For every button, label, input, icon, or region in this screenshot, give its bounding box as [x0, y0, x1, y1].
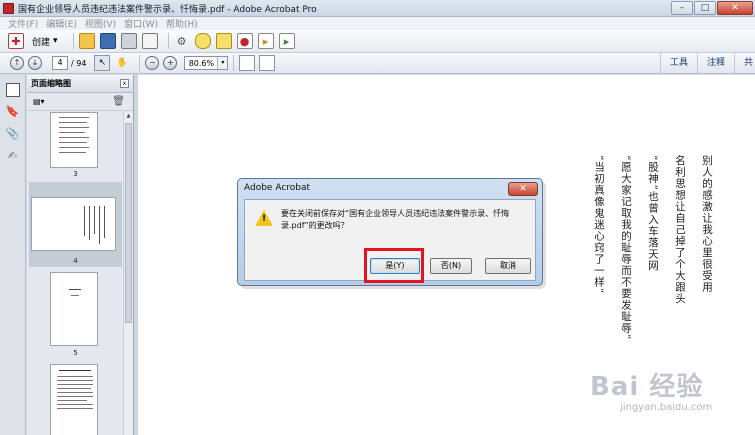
- page-thumbnail[interactable]: [31, 197, 116, 251]
- navigation-rail: 🔖 📎 ✍: [0, 75, 26, 435]
- toolbar-divider: [233, 55, 235, 71]
- zoom-in-button[interactable]: +: [163, 56, 178, 70]
- menu-edit[interactable]: 编辑(E): [46, 17, 77, 30]
- share-icon[interactable]: ▸: [278, 33, 295, 49]
- tab-share[interactable]: 共: [733, 53, 755, 73]
- signature-icon[interactable]: ✍: [6, 149, 20, 163]
- save-icon[interactable]: [99, 33, 116, 49]
- toolbar-divider: [72, 33, 74, 49]
- panel-title: 页面缩略图: [31, 79, 71, 88]
- document-text-line: 名利思想让自己掉了个大跟头: [674, 155, 686, 305]
- page-thumbnail[interactable]: [50, 112, 98, 168]
- right-pane-tabs: 工具 注释 共: [659, 53, 755, 73]
- watermark-url: jingyan.baidu.com: [620, 402, 713, 413]
- watermark-logo: Bai 经验: [590, 372, 704, 402]
- fit-width-icon[interactable]: [259, 55, 276, 71]
- open-folder-icon[interactable]: [78, 33, 95, 49]
- cancel-button[interactable]: 取消: [485, 258, 531, 274]
- document-text-line: “当初真像鬼迷心窍了一样”: [593, 155, 605, 295]
- tab-comment[interactable]: 注释: [696, 53, 734, 73]
- navigation-toolbar: ↑ ↓ 4 / 94 ↖ ✋ − + 80.6% ▾ 工具 注释 共: [0, 53, 755, 74]
- document-text-line: 别人的感激让我心里很受用: [701, 155, 713, 293]
- page-number-input[interactable]: 4: [52, 56, 68, 70]
- minimize-button[interactable]: –: [671, 1, 693, 15]
- next-page-button[interactable]: ↓: [28, 56, 42, 70]
- page-thumbnails-icon[interactable]: [5, 83, 20, 97]
- title-bar: 国有企业领导人员违纪违法案件警示录、忏悔录.pdf - Adobe Acroba…: [0, 0, 755, 17]
- zoom-value: 80.6%: [188, 58, 215, 68]
- page-thumbnail[interactable]: [50, 364, 98, 435]
- export-icon[interactable]: ▸: [257, 33, 274, 49]
- previous-page-button[interactable]: ↑: [10, 56, 24, 70]
- sign-icon[interactable]: ●: [236, 33, 253, 49]
- page-total: / 94: [71, 58, 87, 68]
- toolbar-divider: [167, 33, 169, 49]
- settings-icon[interactable]: ⚙: [174, 33, 190, 49]
- thumbnail-options-icon[interactable]: ▤▾: [33, 97, 45, 106]
- select-tool-button[interactable]: ↖: [94, 55, 111, 71]
- create-pdf-icon: ✚: [8, 33, 24, 49]
- tab-tools[interactable]: 工具: [659, 53, 697, 73]
- dialog-message: 要在关闭前保存对“国有企业领导人员违纪违法案件警示录、忏悔录.pdf”的更改吗？: [281, 209, 510, 230]
- thumbnails-panel: 页面缩略图 x ▤▾ 🗑 3 4 5 ▲: [27, 75, 134, 435]
- document-text-line: “愿大家记取我的耻辱而不要发耻辱”: [620, 155, 632, 341]
- page-thumbnail[interactable]: [50, 272, 98, 346]
- maximize-button[interactable]: □: [694, 1, 716, 15]
- thumbnail-scrollbar[interactable]: ▲: [123, 112, 133, 435]
- acrobat-app-icon: [3, 2, 14, 14]
- window-title: 国有企业领导人员违纪违法案件警示录、忏悔录.pdf - Adobe Acroba…: [18, 4, 317, 15]
- hand-tool-button[interactable]: ✋: [114, 55, 130, 71]
- menu-bar: 文件(F) 编辑(E) 视图(V) 窗口(W) 帮助(H): [0, 17, 755, 30]
- scroll-up-icon[interactable]: ▲: [124, 112, 133, 121]
- panel-toolbar: ▤▾ 🗑: [27, 93, 133, 111]
- baidu-watermark: Bai 经验 jingyan.baidu.com: [590, 366, 750, 426]
- close-button[interactable]: ✕: [717, 1, 753, 15]
- window-controls: – □ ✕: [671, 1, 753, 15]
- document-text-line: “股神”也曾入车落天网: [647, 155, 659, 272]
- attachment-icon[interactable]: 📎: [6, 127, 20, 141]
- no-button[interactable]: 否(N): [430, 258, 472, 274]
- panel-header: 页面缩略图: [27, 75, 133, 93]
- zoom-select[interactable]: 80.6% ▾: [184, 56, 229, 70]
- create-button[interactable]: ✚ 创建 ▾: [8, 33, 58, 49]
- main-toolbar: ✚ 创建 ▾ ⚙ ● ▸ ▸: [0, 30, 755, 53]
- thumbnail-page-number: 4: [73, 257, 78, 265]
- toolbar-divider: [139, 55, 141, 71]
- create-label: 创建: [32, 37, 51, 48]
- thumbnail-page-number: 5: [73, 349, 78, 357]
- stamp-icon[interactable]: [215, 33, 232, 49]
- print-icon[interactable]: [120, 33, 137, 49]
- menu-file[interactable]: 文件(F): [8, 17, 38, 30]
- comment-icon[interactable]: [194, 33, 211, 49]
- dialog-title: Adobe Acrobat: [244, 183, 311, 193]
- menu-help[interactable]: 帮助(H): [166, 17, 198, 30]
- menu-view[interactable]: 视图(V): [85, 17, 116, 30]
- zoom-out-button[interactable]: −: [145, 56, 160, 70]
- thumbnail-page-number: 3: [73, 170, 78, 178]
- trash-icon[interactable]: 🗑: [112, 96, 125, 107]
- close-icon[interactable]: x: [120, 79, 129, 88]
- highlight-box: [364, 248, 424, 283]
- chevron-down-icon: ▾: [217, 57, 228, 69]
- thumbnail-list[interactable]: 3 4 5: [27, 112, 124, 435]
- fit-page-icon[interactable]: [239, 55, 256, 71]
- menu-window[interactable]: 窗口(W): [124, 17, 158, 30]
- email-icon[interactable]: [141, 33, 158, 49]
- scrollbar-thumb[interactable]: [125, 123, 132, 323]
- warning-mark: !: [262, 214, 267, 224]
- bookmark-icon[interactable]: 🔖: [6, 105, 20, 119]
- dialog-close-button[interactable]: ✕: [508, 182, 538, 196]
- chevron-down-icon: ▾: [53, 36, 58, 46]
